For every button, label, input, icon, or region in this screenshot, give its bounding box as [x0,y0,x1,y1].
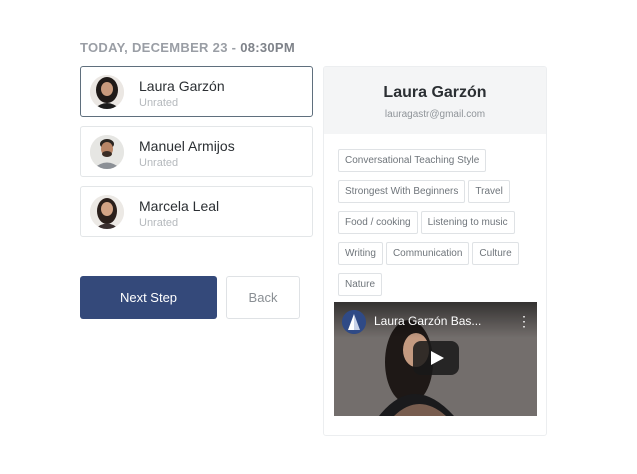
tag: Writing [338,242,383,265]
tag: Travel [468,180,510,203]
avatar [90,135,124,169]
session-time: 08:30PM [240,40,296,55]
back-button[interactable]: Back [226,276,300,319]
profile-header: Laura Garzón lauragastr@gmail.com [324,67,546,134]
tag: Nature [338,273,383,296]
channel-logo-icon[interactable] [342,310,366,334]
next-step-button[interactable]: Next Step [80,276,217,319]
avatar [90,75,124,109]
tutor-card-manuel-armijos[interactable]: Manuel Armijos Unrated [80,126,313,177]
tutor-card-marcela-leal[interactable]: Marcela Leal Unrated [80,186,313,237]
tutor-profile-panel: Laura Garzón lauragastr@gmail.com Conver… [323,66,547,436]
tag: Listening to music [420,211,515,234]
tutor-status: Unrated [139,157,179,169]
tutor-card-laura-garzon[interactable]: Laura Garzón Unrated [80,66,313,117]
tag: Culture [472,242,519,265]
tutor-name: Marcela Leal [139,198,220,214]
tag: Strongest With Beginners [338,180,466,203]
tutor-name: Manuel Armijos [139,138,235,154]
tutor-name: Laura Garzón [139,78,225,94]
avatar [90,195,124,229]
tutor-status: Unrated [139,97,179,109]
profile-name: Laura Garzón [383,84,487,101]
intro-video-player[interactable]: Laura Garzón Bas... ⋮ [334,302,537,416]
tag-list: Conversational Teaching Style Strongest … [338,149,538,296]
date-separator: - [227,40,241,55]
tag: Conversational Teaching Style [338,149,487,172]
profile-email: lauragastr@gmail.com [384,109,486,120]
session-date: TODAY, DECEMBER 23 [80,40,228,55]
video-title[interactable]: Laura Garzón Bas... [374,314,509,328]
tutor-status: Unrated [139,217,179,229]
tag: Communication [385,242,470,265]
session-date-header: TODAY, DECEMBER 23 - 08:30PM [80,40,295,55]
tag: Food / cooking [338,211,418,234]
more-vertical-icon[interactable]: ⋮ [517,312,531,330]
play-icon[interactable] [413,341,459,375]
